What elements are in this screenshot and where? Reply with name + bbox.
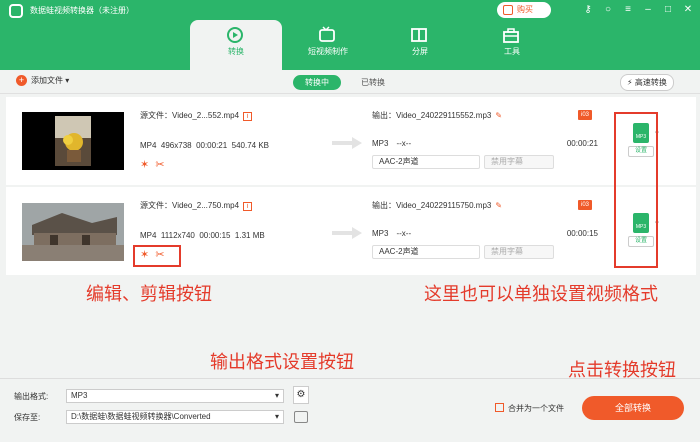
title-bar: 数据蛙视频转换器（未注册） 购买 ⚷ ○ ≡ – □ ✕ 转换 短视频制作 分屏…	[0, 0, 700, 70]
info-icon[interactable]: i	[243, 112, 253, 121]
restore-icon[interactable]: □	[662, 4, 674, 16]
output-format-label: 输出格式:	[14, 392, 49, 401]
tab-split-screen[interactable]: 分屏	[374, 20, 466, 70]
status-tabs: 转换中 已转换	[293, 75, 397, 90]
rename-icon[interactable]: ✎	[495, 111, 502, 120]
toolbar: + 添加文件 ▾ 转换中 已转换 ⚡ 高速转换	[0, 70, 700, 94]
subtitle-select[interactable]: 禁用字幕	[484, 245, 554, 259]
save-to-label: 保存至:	[14, 413, 41, 422]
main-tabs: 转换 短视频制作 分屏 工具	[190, 20, 558, 70]
edit-icon[interactable]: ✶	[140, 159, 149, 171]
tab-converting[interactable]: 转换中	[293, 75, 341, 90]
cut-icon[interactable]: ✂	[155, 159, 164, 171]
output-format-select[interactable]: MP3 ▾	[66, 389, 284, 403]
output-format: MP3	[372, 139, 389, 148]
output-resolution: --x--	[396, 139, 412, 148]
merge-checkbox[interactable]: 合并为一个文件	[495, 403, 564, 414]
audio-track-select[interactable]: AAC-2声道	[372, 155, 480, 169]
arrow-right-icon	[332, 227, 362, 239]
tab-converted[interactable]: 已转换	[349, 75, 397, 90]
source-file-name: 源文件：Video_2...552.mp4 i	[140, 110, 253, 121]
close-icon[interactable]: ✕	[682, 4, 694, 16]
list-item: 源文件：Video_2...750.mp4 i MP4 1112x740 00:0…	[6, 187, 696, 275]
app-title: 数据蛙视频转换器（未注册）	[30, 6, 134, 15]
rename-icon[interactable]: ✎	[495, 201, 502, 210]
output-file-name: 输出：Video_240229115750.mp3 ✎	[372, 201, 503, 210]
output-info-icon[interactable]: i03	[578, 110, 592, 120]
subtitle-select[interactable]: 禁用字幕	[484, 155, 554, 169]
video-thumbnail[interactable]	[22, 112, 124, 170]
edit-tools: ✶ ✂	[140, 158, 165, 171]
minimize-icon[interactable]: –	[642, 4, 654, 16]
output-file-name: 输出：Video_240229115552.mp3 ✎	[372, 111, 503, 120]
output-meta: MP3 --x-- 00:00:21	[372, 139, 598, 148]
source-meta: MP4 1112x740 00:00:15 1.31 MB	[140, 231, 265, 240]
folder-icon[interactable]	[294, 411, 308, 423]
split-screen-icon	[411, 28, 427, 42]
convert-icon	[227, 27, 243, 43]
video-maker-icon	[319, 26, 335, 42]
window-controls: ⚷ ○ ≡ – □ ✕	[582, 4, 694, 16]
key-icon[interactable]: ⚷	[582, 4, 594, 16]
output-meta: MP3 --x-- 00:00:15	[372, 229, 598, 238]
bottom-bar: 输出格式: MP3 ▾ ⚙ 保存至: D:\数据蛙\数据蛙视频转换器\Conver…	[0, 378, 700, 442]
plus-icon: +	[16, 75, 27, 86]
tab-video-maker[interactable]: 短视频制作	[282, 20, 374, 70]
buy-button[interactable]: 购买	[497, 2, 551, 18]
output-format-settings-button[interactable]: ⚙	[293, 386, 309, 404]
cart-icon	[503, 5, 513, 15]
toolbox-icon	[503, 28, 519, 43]
output-duration: 00:00:21	[566, 139, 598, 148]
output-resolution: --x--	[396, 229, 412, 238]
arrow-right-icon	[332, 137, 362, 149]
annotation-edit: 编辑、剪辑按钮	[86, 284, 212, 305]
annotation-format-each: 这里也可以单独设置视频格式	[424, 284, 658, 305]
source-file-name: 源文件：Video_2...750.mp4 i	[140, 200, 253, 211]
file-list: 源文件：Video_2...552.mp4 i MP4 496x738 00:00…	[0, 95, 700, 375]
output-duration: 00:00:15	[566, 229, 598, 238]
highlight-format-settings	[614, 112, 658, 268]
save-path-select[interactable]: D:\数据蛙\数据蛙视频转换器\Converted ▾	[66, 410, 284, 424]
output-info-icon[interactable]: i03	[578, 200, 592, 210]
info-icon[interactable]: i	[243, 202, 253, 211]
list-item: 源文件：Video_2...552.mp4 i MP4 496x738 00:00…	[6, 97, 696, 185]
output-format: MP3	[372, 229, 389, 238]
audio-track-select[interactable]: AAC-2声道	[372, 245, 480, 259]
source-meta: MP4 496x738 00:00:21 540.74 KB	[140, 141, 270, 150]
add-file-button[interactable]: + 添加文件 ▾	[16, 75, 69, 86]
convert-all-button[interactable]: 全部转换	[582, 396, 684, 420]
tab-convert[interactable]: 转换	[190, 20, 282, 70]
video-thumbnail[interactable]	[22, 203, 124, 261]
annotation-output-format: 输出格式设置按钮	[210, 352, 354, 373]
tab-toolbox[interactable]: 工具	[466, 20, 558, 70]
user-icon[interactable]: ○	[602, 4, 614, 16]
menu-icon[interactable]: ≡	[622, 4, 634, 16]
hispeed-button[interactable]: ⚡ 高速转换	[620, 74, 674, 91]
highlight-edit-tools	[133, 245, 181, 267]
checkbox-icon	[495, 403, 504, 412]
app-logo-icon	[9, 4, 23, 18]
